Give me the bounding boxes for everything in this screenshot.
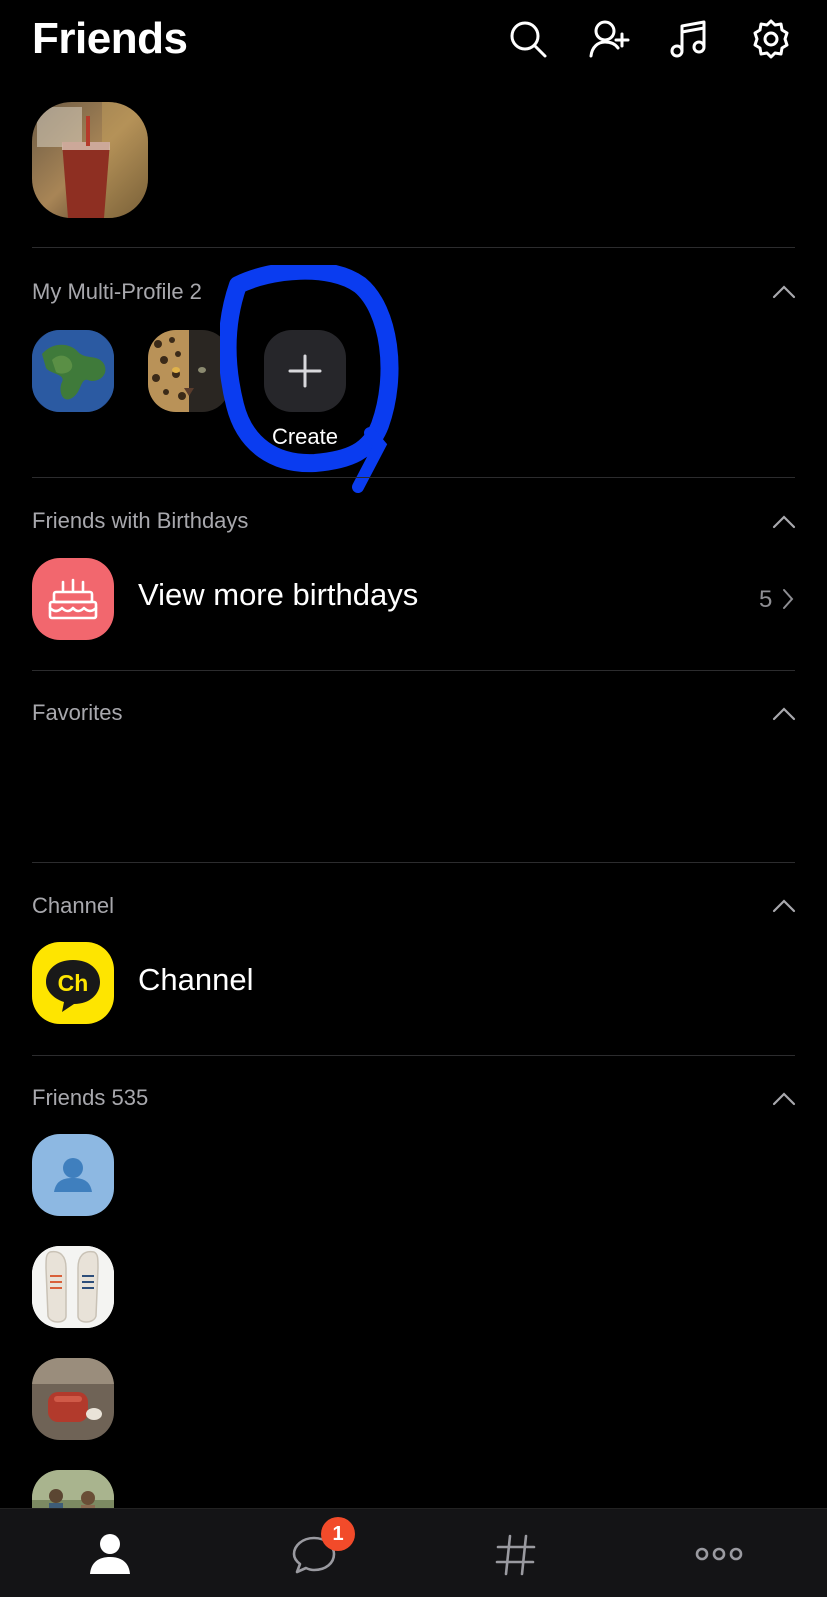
- friend-avatar-default[interactable]: [32, 1134, 114, 1216]
- channel-row-title[interactable]: Channel: [138, 962, 253, 998]
- person-icon: [54, 1158, 92, 1192]
- collapse-chevron-icon[interactable]: [772, 1092, 796, 1106]
- search-icon[interactable]: [507, 18, 549, 60]
- friend-avatar-shoes[interactable]: [32, 1246, 114, 1328]
- chat-unread-badge: 1: [321, 1517, 355, 1551]
- openchat-hashtag-icon[interactable]: [492, 1530, 540, 1578]
- more-ellipsis-icon[interactable]: [694, 1530, 744, 1578]
- multi-profile-label: My Multi-Profile 2: [32, 279, 202, 304]
- friend-avatar-earbuds[interactable]: [32, 1358, 114, 1440]
- birthday-count: 5: [759, 586, 773, 613]
- channel-logo-text: Ch: [57, 970, 89, 996]
- music-icon[interactable]: [668, 18, 710, 60]
- birthdays-section-label: Friends with Birthdays: [32, 508, 249, 533]
- friends-tab-icon[interactable]: [86, 1530, 134, 1578]
- collapse-chevron-icon[interactable]: [772, 285, 796, 299]
- add-friend-icon[interactable]: [588, 18, 630, 60]
- collapse-chevron-icon[interactable]: [772, 899, 796, 913]
- annotation-circle: [220, 265, 399, 493]
- view-more-birthdays-link[interactable]: View more birthdays: [138, 577, 418, 613]
- my-profile-avatar[interactable]: [32, 102, 148, 218]
- multi-profile-avatar-jaguar[interactable]: [148, 330, 230, 412]
- chevron-right-icon[interactable]: [782, 588, 794, 610]
- channel-section-label: Channel: [32, 893, 114, 918]
- channel-logo[interactable]: Ch: [32, 942, 114, 1024]
- birthday-cake-icon[interactable]: [32, 558, 114, 640]
- settings-icon[interactable]: [750, 18, 792, 60]
- collapse-chevron-icon[interactable]: [772, 707, 796, 721]
- friends-section-label: Friends 535: [32, 1085, 149, 1110]
- favorites-section-label: Favorites: [32, 700, 123, 725]
- multi-profile-avatar-globe[interactable]: [32, 330, 114, 412]
- page-title: Friends: [32, 14, 188, 63]
- collapse-chevron-icon[interactable]: [772, 515, 796, 529]
